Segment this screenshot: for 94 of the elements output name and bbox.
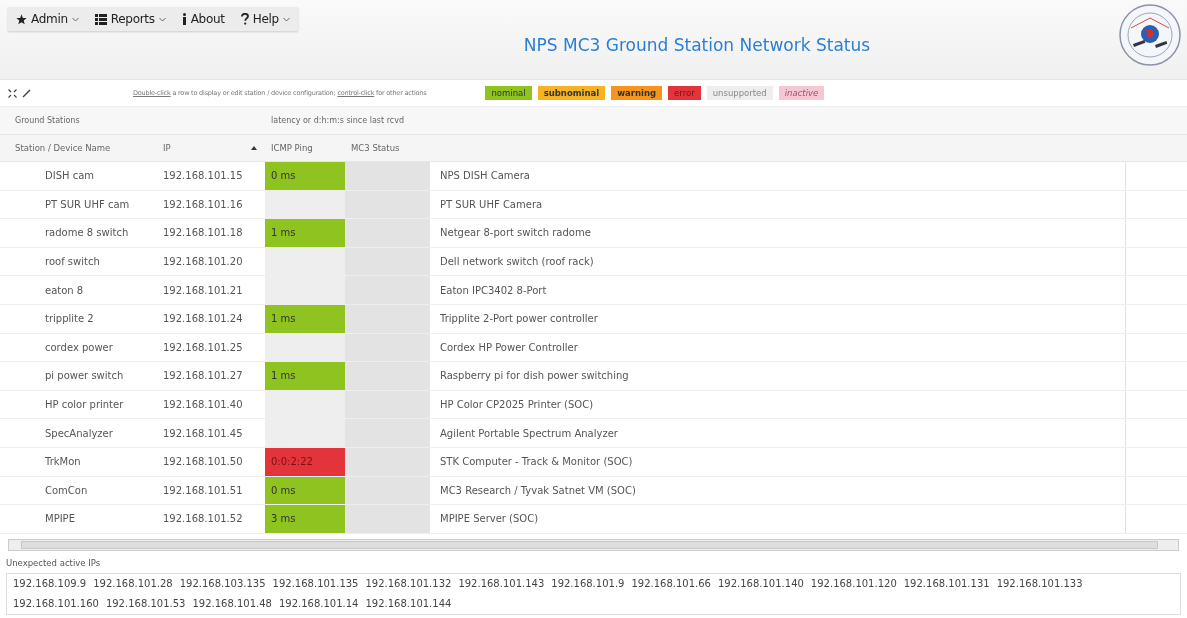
status-legend-tag: unsupported: [706, 86, 773, 100]
ping-status-cell: 1 ms: [265, 362, 345, 390]
seal-logo-icon: [1119, 4, 1181, 66]
sort-ascending-icon: [251, 146, 257, 150]
status-legend-tag: subnominal: [537, 86, 606, 100]
table-cell-text: Tripplite 2-Port power controller: [439, 312, 599, 327]
table-cell-text: 192.168.101.27: [162, 369, 244, 384]
ip-address: 192.168.101.143: [458, 576, 545, 591]
ip-address: 192.168.101.135: [272, 576, 359, 591]
table-cell-text: SpecAnalyzer: [44, 426, 114, 441]
table-cell-text: 192.168.101.40: [162, 398, 244, 413]
ip-address: 192.168.103.135: [179, 576, 266, 591]
menu-item[interactable]: Help: [232, 7, 298, 31]
caret-icon: [158, 16, 166, 22]
table-cell-text: PT SUR UHF cam: [44, 197, 131, 212]
table-cell-text: MPIPE: [44, 512, 76, 527]
table-cell-text: cordex power: [44, 340, 114, 355]
table-cell-text: Raspberry pi for dish power switching: [439, 369, 630, 384]
table-cell-text: 192.168.101.16: [162, 197, 244, 212]
ip-address: 192.168.101.28: [93, 576, 173, 591]
ip-address: 192.168.101.14: [278, 596, 359, 611]
table-cell-text: Netgear 8-port switch radome: [439, 226, 592, 241]
ip-address: 192.168.101.144: [365, 596, 452, 611]
table-cell-text: 192.168.101.20: [162, 255, 244, 270]
scrollbar-thumb[interactable]: [21, 540, 1158, 549]
table-cell-text: tripplite 2: [44, 312, 95, 327]
table-cell-text: STK Computer - Track & Monitor (SOC): [439, 455, 634, 470]
menu-item[interactable]: Admin: [8, 7, 87, 31]
ip-address: 192.168.101.120: [810, 576, 897, 591]
column-header[interactable]: ICMP Ping: [265, 135, 345, 161]
column-header[interactable]: IP: [155, 135, 265, 161]
table-cell-text: TrkMon: [44, 455, 82, 470]
table-cell-text: 192.168.101.45: [162, 426, 244, 441]
ip-address: 192.168.101.53: [105, 596, 186, 611]
table-cell-text: 192.168.101.52: [162, 512, 244, 527]
status-legend-tag: error: [668, 86, 701, 100]
ip-address: 192.168.109.9: [13, 576, 87, 591]
table-cell-text: ComCon: [44, 483, 89, 498]
table-cell-text: NPS DISH Camera: [439, 169, 531, 184]
table-cell-text: 192.168.101.51: [162, 483, 244, 498]
ip-address: 192.168.101.140: [717, 576, 804, 591]
caret-icon: [71, 16, 79, 22]
table-cell-text: eaton 8: [44, 283, 85, 298]
expand-icon[interactable]: [8, 88, 17, 98]
list-icon: [94, 13, 107, 25]
table-cell-text: pi power switch: [44, 369, 125, 384]
horizontal-scrollbar[interactable]: [8, 538, 1179, 551]
status-legend-tag: warning: [611, 86, 663, 100]
table-cell-text: 192.168.101.24: [162, 312, 244, 327]
ip-address: 192.168.101.160: [13, 596, 99, 611]
ip-address: 192.168.101.133: [996, 576, 1083, 591]
menu-item[interactable]: Reports: [86, 7, 174, 31]
table-cell-text: 192.168.101.50: [162, 455, 244, 470]
table-cell-text: Cordex HP Power Controller: [439, 340, 579, 355]
star-icon: [16, 13, 27, 25]
table-cell-text: 192.168.101.18: [162, 226, 244, 241]
question-icon: [240, 13, 249, 25]
ip-address: 192.168.101.9: [551, 576, 625, 591]
ping-status-cell: 1 ms: [265, 304, 345, 333]
column-header[interactable]: Station / Device Name: [0, 135, 155, 161]
table-cell-text: HP color printer: [44, 398, 125, 413]
ip-address: 192.168.101.48: [192, 596, 272, 611]
ip-address: 192.168.101.132: [365, 576, 452, 591]
ip-address: 192.168.101.66: [631, 576, 711, 591]
pencil-icon[interactable]: [22, 88, 31, 98]
ping-status-cell: 0 ms: [265, 162, 345, 190]
table-cell-text: 192.168.101.21: [162, 283, 244, 298]
status-legend-tag: inactive: [778, 86, 825, 100]
table-cell-text: 192.168.101.25: [162, 340, 244, 355]
page-title: NPS MC3 Ground Station Network Status: [523, 35, 871, 55]
ping-status-cell: 1 ms: [265, 219, 345, 247]
ping-status-cell: 3 ms: [265, 505, 345, 533]
ping-status-cell: 0:0:2:22: [265, 447, 345, 476]
caret-icon: [282, 16, 290, 22]
table-cell-text: HP Color CP2025 Printer (SOC): [439, 398, 595, 413]
info-icon: [181, 13, 187, 25]
status-legend-tag: nominal: [485, 86, 532, 100]
table-cell-text: roof switch: [44, 255, 101, 270]
table-cell-text: MPIPE Server (SOC): [439, 512, 540, 527]
table-cell-text: MC3 Research / Tyvak Satnet VM (SOC): [439, 483, 637, 498]
table-cell-text: radome 8 switch: [44, 226, 130, 241]
column-header[interactable]: MC3 Status: [345, 135, 430, 161]
group-header: Ground Stations: [14, 116, 81, 125]
table-cell-text: DISH cam: [44, 169, 96, 184]
table-cell-text: Eaton IPC3402 8-Port: [439, 283, 548, 298]
table-cell-text: 192.168.101.15: [162, 169, 244, 184]
group-header: latency or d:h:m:s since last rcvd: [270, 116, 404, 125]
table-cell-text: PT SUR UHF Camera: [439, 197, 544, 212]
table-cell-text: Dell network switch (roof rack): [439, 255, 595, 270]
table-cell-text: Agilent Portable Spectrum Analyzer: [439, 426, 619, 441]
ping-status-cell: 0 ms: [265, 476, 345, 505]
section-label: Unexpected active IPs: [6, 557, 102, 568]
menu-item[interactable]: About: [173, 7, 233, 31]
ip-address: 192.168.101.131: [903, 576, 990, 591]
